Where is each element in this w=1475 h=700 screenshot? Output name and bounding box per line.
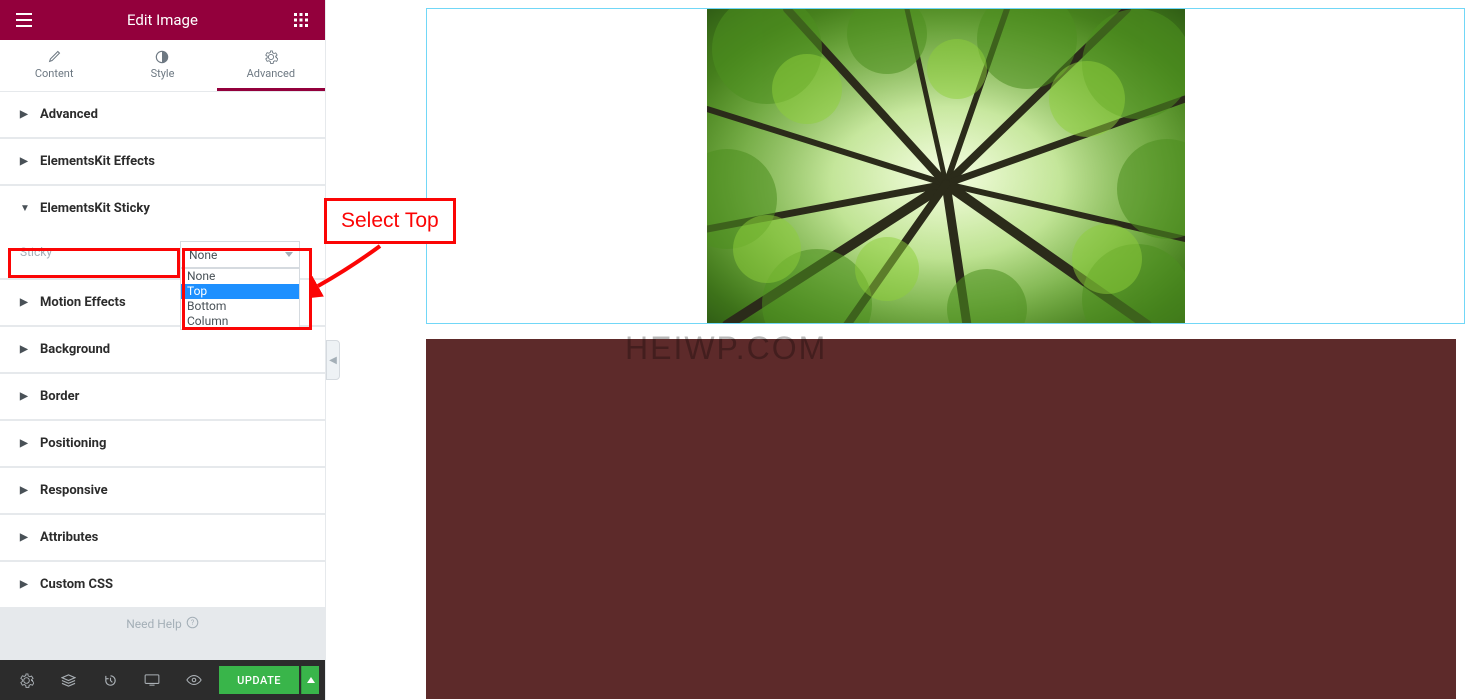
sticky-option-top[interactable]: Top bbox=[181, 284, 299, 299]
forest-image bbox=[707, 9, 1185, 324]
section-background-block bbox=[426, 339, 1456, 699]
section-header-border[interactable]: ▶ Border bbox=[0, 374, 325, 419]
section-responsive: ▶ Responsive bbox=[0, 468, 325, 513]
section-title: ElementsKit Sticky bbox=[40, 201, 150, 216]
gear-icon bbox=[263, 49, 279, 65]
section-body-sticky: Sticky None None Top Bottom Column bbox=[0, 231, 325, 278]
control-sticky: Sticky None None Top Bottom Column bbox=[20, 241, 305, 268]
svg-text:?: ? bbox=[191, 618, 195, 627]
sticky-select[interactable]: None bbox=[180, 241, 300, 268]
section-header-attributes[interactable]: ▶ Attributes bbox=[0, 515, 325, 560]
section-attributes: ▶ Attributes bbox=[0, 515, 325, 560]
section-header-customcss[interactable]: ▶ Custom CSS bbox=[0, 562, 325, 607]
tab-label: Content bbox=[35, 67, 74, 80]
section-border: ▶ Border bbox=[0, 374, 325, 419]
sections-list: ▶ Advanced ▶ ElementsKit Effects ▼ Eleme… bbox=[0, 92, 325, 660]
panel-tabs: Content Style Advanced bbox=[0, 40, 325, 92]
caret-right-icon: ▶ bbox=[20, 532, 32, 543]
caret-right-icon: ▶ bbox=[20, 438, 32, 449]
section-header-sticky[interactable]: ▼ ElementsKit Sticky bbox=[0, 186, 325, 231]
section-customcss: ▶ Custom CSS bbox=[0, 562, 325, 607]
caret-right-icon: ▶ bbox=[20, 579, 32, 590]
section-header-advanced[interactable]: ▶ Advanced bbox=[0, 92, 325, 137]
update-button[interactable]: UPDATE bbox=[219, 666, 299, 694]
responsive-button[interactable] bbox=[132, 660, 172, 700]
caret-right-icon: ▶ bbox=[20, 109, 32, 120]
sticky-option-column[interactable]: Column bbox=[181, 314, 299, 329]
pencil-icon bbox=[46, 49, 62, 65]
section-title: ElementsKit Effects bbox=[40, 154, 155, 169]
sticky-option-none[interactable]: None bbox=[181, 269, 299, 284]
section-background: ▶ Background bbox=[0, 327, 325, 372]
navigator-button[interactable] bbox=[48, 660, 88, 700]
tab-advanced[interactable]: Advanced bbox=[217, 40, 325, 91]
caret-right-icon: ▶ bbox=[20, 344, 32, 355]
panel-title: Edit Image bbox=[40, 11, 285, 29]
section-effects: ▶ ElementsKit Effects bbox=[0, 139, 325, 184]
section-title: Responsive bbox=[40, 483, 108, 498]
section-title: Border bbox=[40, 389, 79, 404]
control-label-sticky: Sticky bbox=[20, 241, 170, 259]
image-widget-frame[interactable] bbox=[426, 8, 1465, 324]
need-help-link[interactable]: Need Help ? bbox=[0, 609, 325, 639]
editor-panel: Edit Image Content Style Advanced bbox=[0, 0, 326, 700]
section-title: Motion Effects bbox=[40, 295, 126, 310]
tab-label: Style bbox=[151, 67, 175, 80]
tab-label: Advanced bbox=[247, 67, 295, 80]
control-input-sticky: None None Top Bottom Column bbox=[180, 241, 305, 268]
preview-canvas bbox=[326, 0, 1475, 700]
section-title: Custom CSS bbox=[40, 577, 113, 592]
sticky-dropdown: None Top Bottom Column bbox=[180, 268, 300, 330]
section-header-responsive[interactable]: ▶ Responsive bbox=[0, 468, 325, 513]
contrast-icon bbox=[154, 49, 170, 65]
chevron-down-icon bbox=[285, 252, 293, 257]
section-title: Background bbox=[40, 342, 110, 357]
section-header-background[interactable]: ▶ Background bbox=[0, 327, 325, 372]
section-title: Advanced bbox=[40, 107, 98, 122]
section-title: Attributes bbox=[40, 530, 98, 545]
apps-icon[interactable] bbox=[285, 4, 317, 36]
caret-right-icon: ▶ bbox=[20, 156, 32, 167]
caret-right-icon: ▶ bbox=[20, 297, 32, 308]
tab-style[interactable]: Style bbox=[108, 40, 216, 91]
update-options-button[interactable] bbox=[301, 666, 319, 694]
help-icon: ? bbox=[186, 616, 199, 632]
history-button[interactable] bbox=[90, 660, 130, 700]
settings-button[interactable] bbox=[6, 660, 46, 700]
section-advanced: ▶ Advanced bbox=[0, 92, 325, 137]
preview-button[interactable] bbox=[174, 660, 214, 700]
need-help-label: Need Help bbox=[126, 617, 182, 631]
caret-right-icon: ▶ bbox=[20, 485, 32, 496]
sticky-selected-value: None bbox=[189, 248, 217, 262]
collapse-panel-handle[interactable]: ◀ bbox=[326, 340, 340, 380]
section-header-effects[interactable]: ▶ ElementsKit Effects bbox=[0, 139, 325, 184]
section-sticky: ▼ ElementsKit Sticky Sticky None None To… bbox=[0, 186, 325, 278]
panel-header: Edit Image bbox=[0, 0, 325, 40]
section-title: Positioning bbox=[40, 436, 106, 451]
sticky-option-bottom[interactable]: Bottom bbox=[181, 299, 299, 314]
bottom-bar: UPDATE bbox=[0, 660, 325, 700]
menu-icon[interactable] bbox=[8, 4, 40, 36]
section-header-positioning[interactable]: ▶ Positioning bbox=[0, 421, 325, 466]
tab-content[interactable]: Content bbox=[0, 40, 108, 91]
caret-down-icon: ▼ bbox=[20, 203, 32, 214]
section-positioning: ▶ Positioning bbox=[0, 421, 325, 466]
caret-right-icon: ▶ bbox=[20, 391, 32, 402]
